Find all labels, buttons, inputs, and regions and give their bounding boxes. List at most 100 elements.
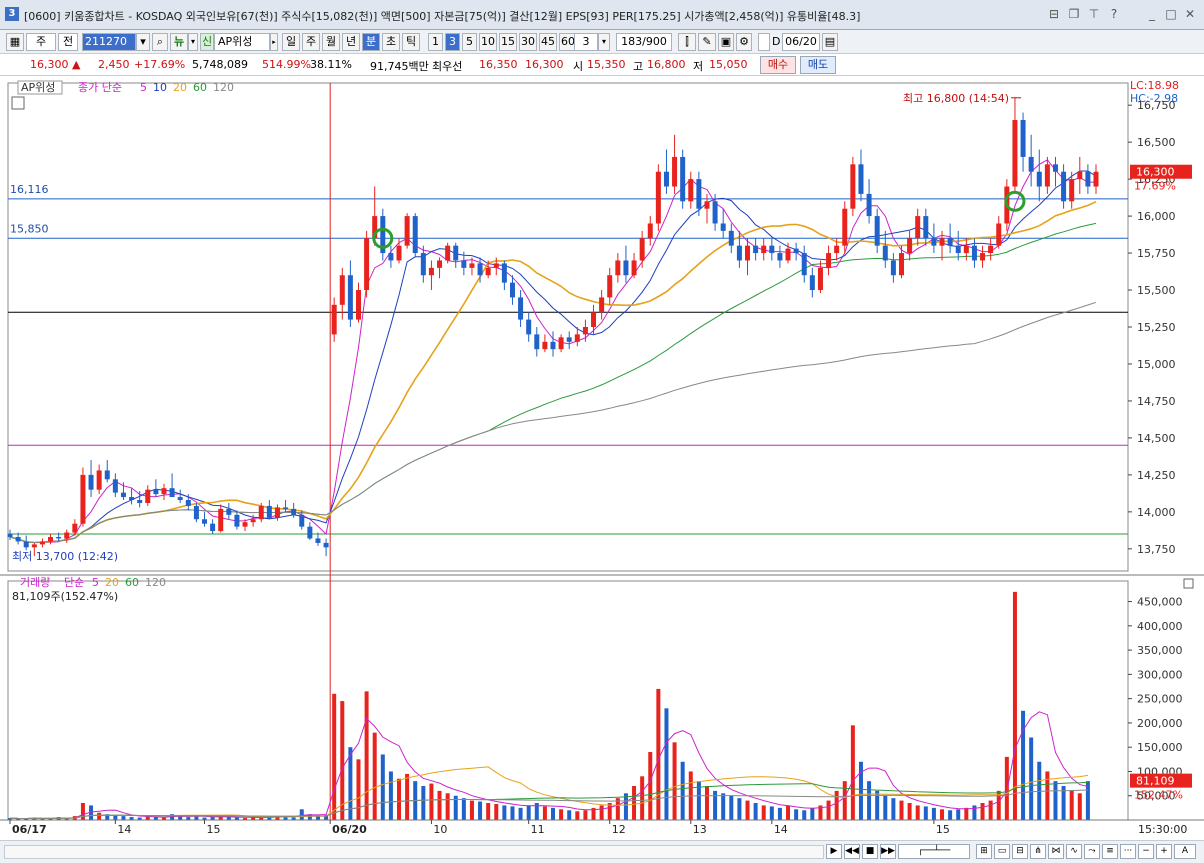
save-icon[interactable]: ▣ (718, 33, 734, 51)
last-volume-label: 81,109 (1136, 775, 1175, 788)
restore-icon[interactable]: ❐ (1066, 7, 1082, 21)
horizontal-scrollbar[interactable]: ▶ ◀◀ ■ ▶▶ ┌──┴── ⊞ ▭ ⊟ ⋔ ⋈ ∿ ⤳ ≡ ··· − +… (0, 840, 1204, 863)
draw-tool-icon[interactable]: ✎ (698, 33, 716, 51)
interval-button-15[interactable]: 15 (499, 33, 517, 51)
volume-bar (680, 761, 685, 820)
indicator-icon[interactable]: ⋔ (1030, 844, 1046, 859)
candle-body (234, 514, 240, 527)
interval-button-1[interactable]: 1 (428, 33, 443, 51)
volume-bar (486, 803, 491, 820)
interval-button-10[interactable]: 10 (479, 33, 497, 51)
fast-forward-icon[interactable]: ▶▶ (880, 844, 896, 859)
news-button[interactable]: 뉴 (170, 33, 188, 51)
buy-button[interactable]: 매수 (760, 56, 796, 74)
period-button-2[interactable]: 월 (322, 33, 340, 51)
kind-select[interactable]: 전 (58, 33, 78, 51)
period-button-6[interactable]: 틱 (402, 33, 420, 51)
maximize-icon[interactable]: □ (1163, 7, 1179, 21)
link-icon[interactable]: ⊟ (1046, 7, 1062, 21)
sell-button[interactable]: 매도 (800, 56, 836, 74)
compare-icon[interactable]: ⋈ (1048, 844, 1064, 859)
market-select[interactable]: 주 (26, 33, 56, 51)
grid-icon[interactable]: ▦ (6, 33, 24, 51)
more-icon[interactable]: ··· (1120, 844, 1136, 859)
candle-body (485, 267, 491, 276)
candle-body (736, 245, 742, 261)
volume-bar (867, 781, 872, 820)
stock-code-input[interactable]: 211270 (82, 33, 136, 51)
period-button-5[interactable]: 초 (382, 33, 400, 51)
count-field[interactable]: 183/900 (616, 33, 672, 51)
trend-icon[interactable]: ∿ (1066, 844, 1082, 859)
interval-button-45[interactable]: 45 (539, 33, 557, 51)
last-volume-rate: 152.47% (1134, 789, 1183, 802)
close-icon[interactable]: ✕ (1182, 7, 1198, 21)
news-dropdown[interactable]: ▾ (188, 33, 198, 51)
candle-body (574, 334, 580, 342)
list-icon[interactable]: ≡ (1102, 844, 1118, 859)
volume-bar (332, 693, 337, 820)
minimize-icon[interactable]: _ (1144, 7, 1160, 21)
font-size-icon[interactable]: A (1174, 844, 1196, 859)
x-tick-label-8: 14 (774, 823, 788, 836)
pin-icon[interactable]: ⊤ (1086, 7, 1102, 21)
candle-body (591, 312, 597, 327)
name-dropdown-icon[interactable]: ▸ (270, 33, 278, 51)
candle-body (582, 327, 588, 335)
interval-button-30[interactable]: 30 (519, 33, 537, 51)
high-label: 고 (633, 60, 644, 73)
candle-body (615, 260, 621, 276)
screen-icon[interactable]: ▭ (994, 844, 1010, 859)
period-button-3[interactable]: 년 (342, 33, 360, 51)
candle-body (801, 253, 807, 276)
candle-body (347, 275, 353, 320)
date-input[interactable]: 06/20 (782, 33, 820, 51)
candle-body (631, 260, 637, 276)
calendar-icon[interactable]: ▤ (822, 33, 838, 51)
interval-button-3[interactable]: 3 (445, 33, 460, 51)
interval-button-5[interactable]: 5 (462, 33, 477, 51)
candle-body (1069, 179, 1075, 202)
volume-legend-period-120: 120 (145, 576, 166, 589)
candle-body (137, 500, 143, 503)
volume-bar (923, 806, 928, 820)
candle-body (939, 238, 945, 246)
open-price: 15,350 (587, 58, 626, 71)
candle-body (1012, 119, 1018, 187)
candle-body (858, 164, 864, 194)
x-tick-label-9: 15 (936, 823, 950, 836)
stop-icon[interactable]: ■ (862, 844, 878, 859)
period-button-1[interactable]: 주 (302, 33, 320, 51)
volume-bar (494, 803, 499, 820)
stock-name-field[interactable]: AP위성 (214, 33, 270, 51)
search-icon[interactable]: ⌕ (152, 33, 168, 51)
date-checkbox[interactable] (758, 33, 770, 51)
arrange-icon[interactable]: ⊟ (1012, 844, 1028, 859)
candle-body (428, 267, 434, 276)
help-icon[interactable]: ? (1106, 7, 1122, 21)
scroll-right-icon[interactable]: ▶ (826, 844, 842, 859)
x-time-label: 15:30:00 (1138, 823, 1187, 836)
candle-body (663, 171, 669, 187)
period-button-0[interactable]: 일 (282, 33, 300, 51)
candle-body (1044, 164, 1050, 187)
period-button-4[interactable]: 분 (362, 33, 380, 51)
zoom-slider[interactable]: ┌──┴── (898, 844, 970, 859)
volume-bar (372, 732, 377, 820)
gear-icon[interactable]: ⚙ (736, 33, 752, 51)
scroll-track[interactable] (4, 845, 824, 859)
volume-legend-sub: 단순 (64, 576, 84, 589)
rewind-icon[interactable]: ◀◀ (844, 844, 860, 859)
layout-icon[interactable]: ⊞ (976, 844, 992, 859)
share-icon[interactable]: ⤳ (1084, 844, 1100, 859)
chevron-down-icon[interactable]: ▾ (136, 33, 150, 51)
ask-price: 16,350 (479, 58, 518, 71)
interval-value-input[interactable]: 3 (574, 33, 598, 51)
zoom-in-icon[interactable]: + (1156, 844, 1172, 859)
interval-dropdown-icon[interactable]: ▾ (598, 33, 610, 51)
chart-area[interactable]: 16,75016,50016,25016,00015,75015,50015,2… (0, 77, 1204, 840)
volume-bar (988, 800, 993, 820)
candle-body (1036, 171, 1042, 187)
zoom-out-icon[interactable]: − (1138, 844, 1154, 859)
candle-type-icon[interactable]: ⫿ (678, 33, 696, 51)
